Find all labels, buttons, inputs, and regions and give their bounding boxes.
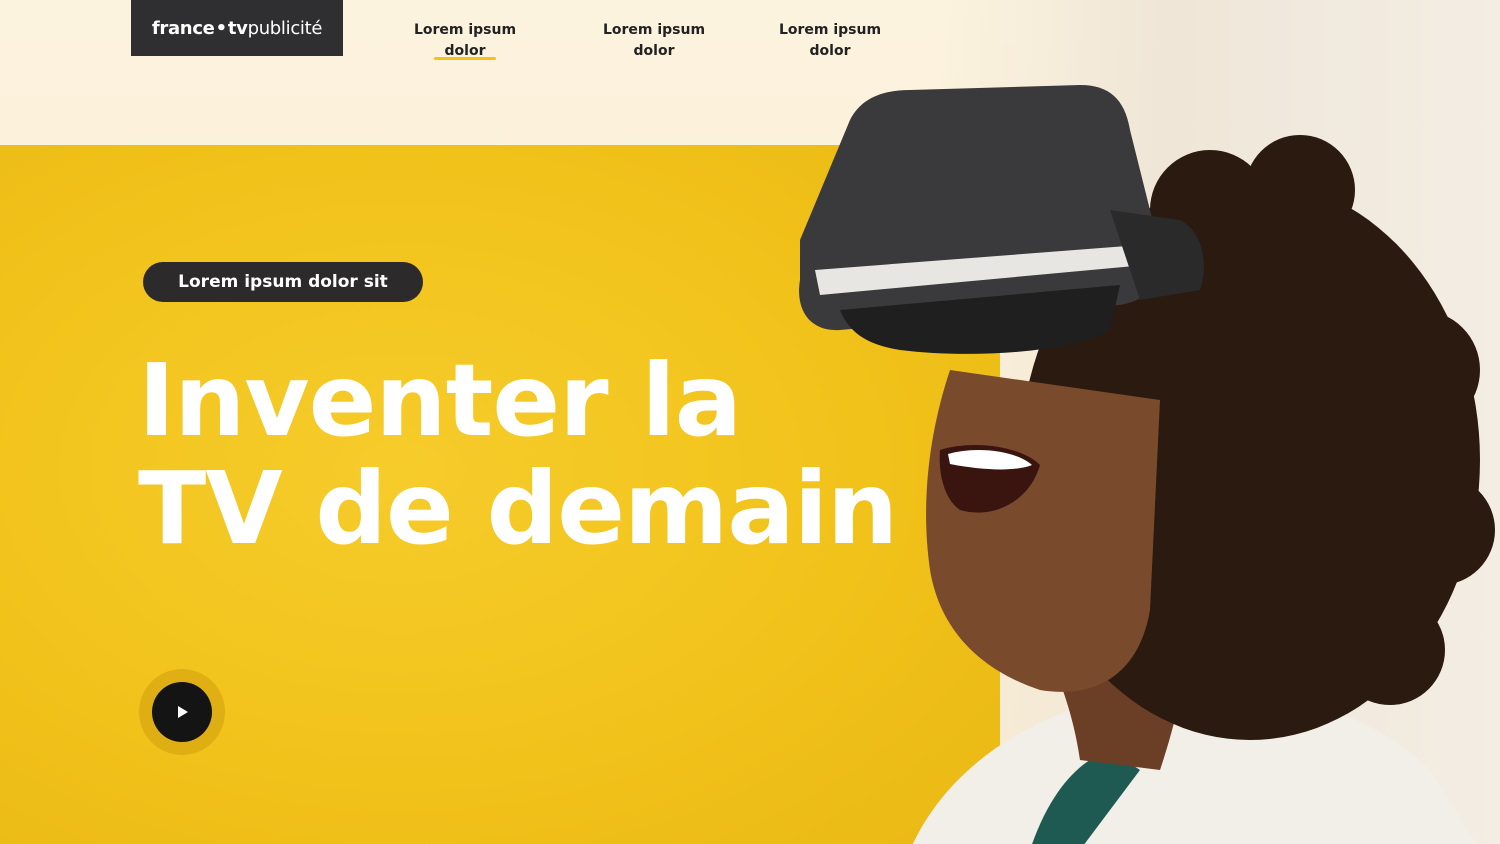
nav-active-indicator [434,57,496,60]
hero-tag-pill: Lorem ipsum dolor sit [143,262,423,302]
nav-item-3[interactable]: Lorem ipsum dolor [755,20,905,62]
logo-text-publicite: publicité [247,17,323,39]
nav-item-1[interactable]: Lorem ipsum dolor [390,20,540,62]
nav-item-2[interactable]: Lorem ipsum dolor [579,20,729,62]
headline-line-2: TV de demain [138,450,898,567]
nav-item-2-line2: dolor [633,43,675,59]
hero-headline: Inventer la TV de demain [138,347,898,563]
play-video-button[interactable] [152,682,212,742]
nav-item-2-line1: Lorem ipsum [602,22,706,38]
brand-logo[interactable]: france • tv publicité [131,0,343,56]
logo-text-france: france [151,17,215,39]
logo-text-tv: tv [227,17,248,39]
face [926,370,1160,692]
nav-item-1-line1: Lorem ipsum [413,22,517,38]
nav-item-3-line2: dolor [809,43,851,59]
logo-dot: • [215,17,228,39]
headline-line-1: Inventer la [138,342,742,459]
play-icon [178,706,188,718]
nav-item-3-line1: Lorem ipsum [778,22,882,38]
hero-stage: france • tv publicité Lorem ipsum dolor Lor… [0,0,1500,844]
